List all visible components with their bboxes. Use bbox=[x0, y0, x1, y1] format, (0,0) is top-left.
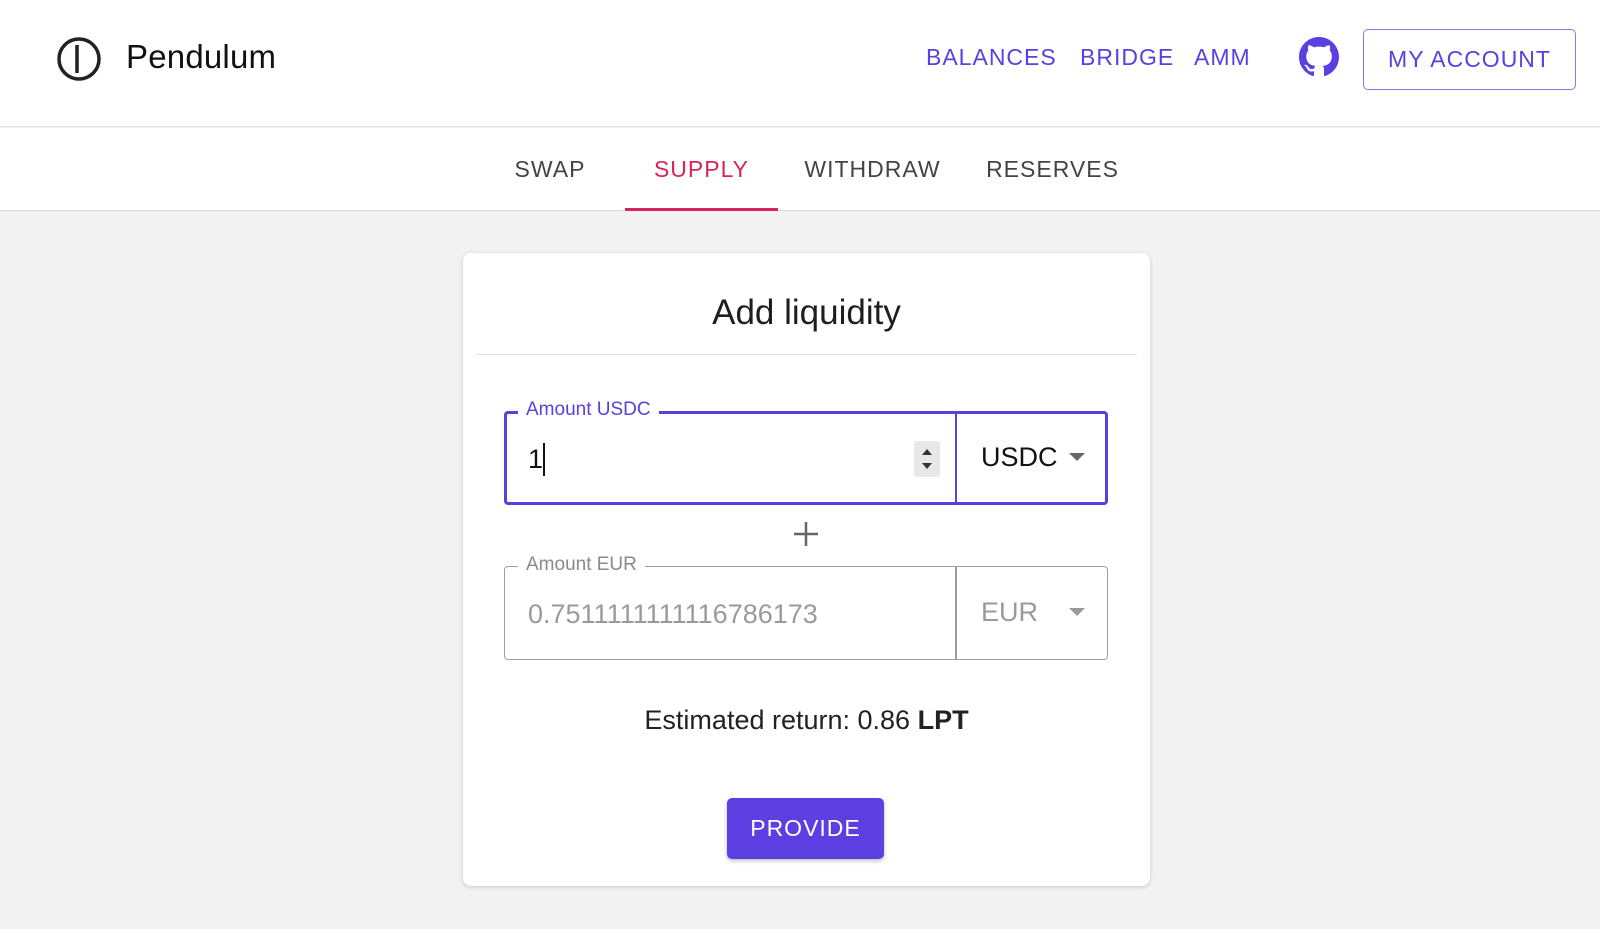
nav-balances[interactable]: BALANCES bbox=[926, 44, 1057, 71]
chevron-down-icon bbox=[1069, 453, 1085, 461]
chevron-down-icon bbox=[1069, 608, 1085, 616]
nav-amm[interactable]: AMM bbox=[1194, 44, 1251, 71]
card-divider bbox=[476, 354, 1137, 355]
eur-asset-value: EUR bbox=[981, 597, 1039, 627]
active-tab-indicator bbox=[625, 208, 778, 211]
plus-icon bbox=[794, 522, 818, 546]
estimated-return-text: Estimated return: 0.86 bbox=[644, 705, 911, 735]
text-cursor bbox=[543, 443, 545, 476]
tab-reserves[interactable]: RESERVES bbox=[980, 128, 1125, 211]
usdc-amount-field: Amount USDC USDC bbox=[504, 398, 1108, 505]
brand-name: Pendulum bbox=[126, 38, 277, 75]
tab-supply[interactable]: SUPPLY bbox=[625, 128, 778, 211]
github-icon[interactable] bbox=[1299, 37, 1339, 77]
usdc-asset-value: USDC bbox=[981, 442, 1058, 472]
tab-withdraw[interactable]: WITHDRAW bbox=[800, 128, 945, 211]
app-header: Pendulum BALANCES BRIDGE AMM MY ACCOUNT bbox=[0, 0, 1600, 127]
tab-swap[interactable]: SWAP bbox=[500, 128, 600, 211]
card-title: Add liquidity bbox=[712, 293, 901, 332]
eur-amount-field: Amount EUR EUR bbox=[504, 553, 1108, 660]
my-account-button[interactable]: MY ACCOUNT bbox=[1363, 29, 1576, 90]
usdc-amount-input[interactable] bbox=[528, 439, 898, 479]
eur-amount-input bbox=[528, 594, 898, 634]
eur-field-label: Amount EUR bbox=[518, 553, 645, 577]
nav-bridge[interactable]: BRIDGE bbox=[1080, 44, 1174, 71]
estimated-return-unit: LPT bbox=[917, 705, 969, 735]
amm-tab-bar: SWAP SUPPLY WITHDRAW RESERVES bbox=[0, 128, 1600, 211]
pendulum-logo-icon bbox=[57, 37, 101, 81]
stepper-arrows-icon bbox=[922, 449, 932, 469]
provide-button[interactable]: PROVIDE bbox=[727, 798, 884, 859]
number-stepper[interactable] bbox=[914, 441, 940, 477]
add-liquidity-card: Add liquidity Amount USDC USDC Amount EU… bbox=[463, 253, 1150, 886]
estimated-return: Estimated return: 0.86 LPT bbox=[463, 705, 1150, 736]
usdc-field-label: Amount USDC bbox=[518, 398, 659, 422]
